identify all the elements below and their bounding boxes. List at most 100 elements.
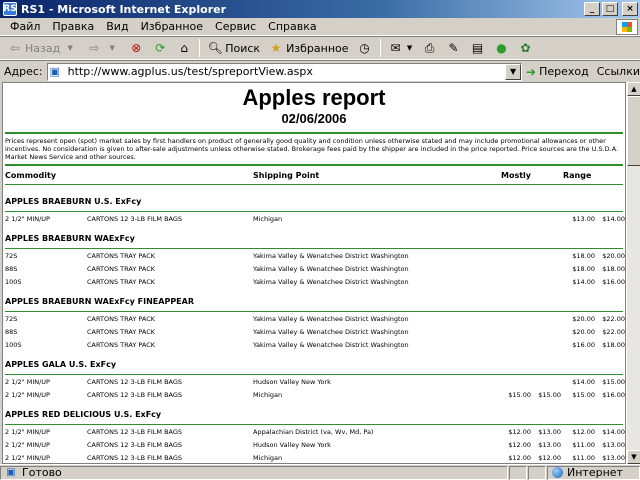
cell-range-high: $16.00 xyxy=(602,277,625,286)
mail-button[interactable]: ✉ ▼ xyxy=(385,39,417,57)
address-bar: Адрес: ▣ http://www.agplus.us/test/sprep… xyxy=(0,60,640,82)
toolbar: ⇦ Назад ▼ ⇨ ▼ ⊗ ⟳ ⌂ 🔍︎ Поиск ★ Избранное… xyxy=(0,36,640,60)
toolbar-separator xyxy=(199,39,201,57)
window-title: RS1 - Microsoft Internet Explorer xyxy=(21,2,227,16)
section-title: APPLES GALA U.S. ExFcy xyxy=(5,360,117,369)
cell-range-low: $14.00 xyxy=(572,377,595,386)
cell-range-low: $16.00 xyxy=(572,340,595,349)
status-text-area: ▣ Готово xyxy=(0,465,508,480)
status-text: Готово xyxy=(22,466,62,479)
cell-range-high: $18.00 xyxy=(602,340,625,349)
cell-range-high: $13.00 xyxy=(602,453,625,462)
table-row: 2 1/2" MIN/UP CARTONS 12 3-LB FILM BAGS Mi… xyxy=(3,451,625,463)
table-row: 2 1/2" MIN/UP CARTONS 12 3-LB FILM BAGS Mi… xyxy=(3,388,625,401)
links-button[interactable]: Ссылки xyxy=(597,65,640,78)
back-button[interactable]: ⇦ Назад ▼ xyxy=(4,39,81,57)
favorites-button[interactable]: ★ Избранное xyxy=(265,39,351,57)
scroll-thumb[interactable] xyxy=(627,96,640,166)
cell-pack: CARTONS TRAY PACK xyxy=(87,340,156,349)
stop-button[interactable]: ⊗ xyxy=(125,39,147,57)
header-commodity: Commodity xyxy=(5,170,57,180)
dropdown-icon: ▼ xyxy=(67,44,73,52)
dropdown-icon: ▼ xyxy=(406,44,413,52)
edit-button[interactable]: ✎ xyxy=(443,39,465,57)
toolbar-separator xyxy=(379,39,381,57)
cell-range-low: $11.00 xyxy=(572,440,595,449)
cell-shipping-point: Yakima Valley & Wenatchee District Washi… xyxy=(253,264,409,273)
address-dropdown-icon[interactable]: ▼ xyxy=(505,63,522,80)
cell-mostly-low: $12.00 xyxy=(508,427,531,436)
report-note: Prices represent open (spot) market sale… xyxy=(5,137,619,161)
discuss-button[interactable]: ▤ xyxy=(467,39,489,57)
cell-range-high: $16.00 xyxy=(602,390,625,399)
favorites-star-icon: ★ xyxy=(270,41,282,55)
menu-tools[interactable]: Сервис xyxy=(209,20,262,33)
cell-size: 2 1/2" MIN/UP xyxy=(5,427,50,436)
scroll-down-icon[interactable]: ▼ xyxy=(627,450,640,464)
cell-mostly-high: $13.00 xyxy=(538,440,561,449)
refresh-button[interactable]: ⟳ xyxy=(149,39,171,57)
cell-range-low: $12.00 xyxy=(572,427,595,436)
menu-favorites[interactable]: Избранное xyxy=(135,20,209,33)
back-arrow-icon: ⇦ xyxy=(9,41,21,55)
page-done-icon: ▣ xyxy=(6,467,16,478)
print-icon: ⎙ xyxy=(424,40,435,55)
menu-file[interactable]: Файл xyxy=(4,20,46,33)
cell-size: 2 1/2" MIN/UP xyxy=(5,390,50,399)
table-row: 72S CARTONS TRAY PACK Yakima Valley & Wena… xyxy=(3,249,625,262)
cell-range-low: $18.00 xyxy=(572,251,595,260)
header-shipping-point: Shipping Point xyxy=(253,170,320,180)
cell-size: 100S xyxy=(5,277,22,286)
vertical-scrollbar[interactable]: ▲ ▼ xyxy=(626,82,640,464)
go-button[interactable]: ➜ Переход xyxy=(526,65,589,79)
search-label: Поиск xyxy=(225,41,261,55)
menu-help[interactable]: Справка xyxy=(262,20,322,33)
menu-bar: Файл Правка Вид Избранное Сервис Справка xyxy=(0,18,640,36)
close-button[interactable]: × xyxy=(622,2,638,16)
report-title: Apples report xyxy=(242,85,386,110)
refresh-icon: ⟳ xyxy=(155,41,166,55)
print-button[interactable]: ⎙ xyxy=(419,39,441,57)
search-button[interactable]: 🔍︎ Поиск xyxy=(204,39,263,57)
table-row: 2 1/2" MIN/UP CARTONS 12 3-LB FILM BAGS Mi… xyxy=(3,212,625,225)
cell-size: 88S xyxy=(5,327,18,336)
window-controls: _ □ × xyxy=(584,2,638,16)
maximize-button[interactable]: □ xyxy=(602,2,618,16)
table-row: 88S CARTONS TRAY PACK Yakima Valley & Wena… xyxy=(3,262,625,275)
menu-edit[interactable]: Правка xyxy=(46,20,100,33)
cell-pack: CARTONS TRAY PACK xyxy=(87,277,156,286)
menu-view[interactable]: Вид xyxy=(100,20,134,33)
minimize-button[interactable]: _ xyxy=(584,2,600,16)
cell-range-high: $13.00 xyxy=(602,440,625,449)
address-input[interactable]: ▣ http://www.agplus.us/test/spreportView… xyxy=(46,62,523,81)
ie-app-icon: RS xyxy=(3,2,17,16)
forward-button[interactable]: ⇨ ▼ xyxy=(83,39,123,57)
cell-shipping-point: Yakima Valley & Wenatchee District Washi… xyxy=(253,251,409,260)
page-icon: ▣ xyxy=(49,64,61,78)
home-button[interactable]: ⌂ xyxy=(173,39,195,57)
windows-logo-icon xyxy=(616,19,638,35)
scroll-up-icon[interactable]: ▲ xyxy=(627,82,640,96)
cell-size: 72S xyxy=(5,314,18,323)
cell-pack: CARTONS TRAY PACK xyxy=(87,327,156,336)
cell-size: 2 1/2" MIN/UP xyxy=(5,440,50,449)
report-date: 02/06/2006 xyxy=(281,111,347,126)
discuss-icon: ▤ xyxy=(471,41,484,55)
section-title: APPLES RED DELICIOUS U.S. ExFcy xyxy=(5,410,162,419)
messenger-icon: ● xyxy=(496,41,507,55)
cell-shipping-point: Yakima Valley & Wenatchee District Washi… xyxy=(253,327,409,336)
history-button[interactable]: ◷ xyxy=(354,39,376,57)
cell-size: 2 1/2" MIN/UP xyxy=(5,377,50,386)
research-icon: ✿ xyxy=(520,41,531,55)
cell-mostly-low: $12.00 xyxy=(508,453,531,462)
messenger-button[interactable]: ● xyxy=(491,39,513,57)
section-title: APPLES BRAEBURN WAExFcy FINEAPPEAR xyxy=(5,297,194,306)
table-row: 2 1/2" MIN/UP CARTONS 12 3-LB FILM BAGS Hu… xyxy=(3,375,625,388)
research-button[interactable]: ✿ xyxy=(515,39,537,57)
table-header: Commodity Shipping Point Mostly Range xyxy=(3,166,625,184)
edit-icon: ✎ xyxy=(448,41,459,55)
cell-mostly-high: $12.00 xyxy=(538,453,561,462)
cell-range-low: $11.00 xyxy=(572,453,595,462)
cell-shipping-point: Hudson Valley New York xyxy=(253,377,331,386)
